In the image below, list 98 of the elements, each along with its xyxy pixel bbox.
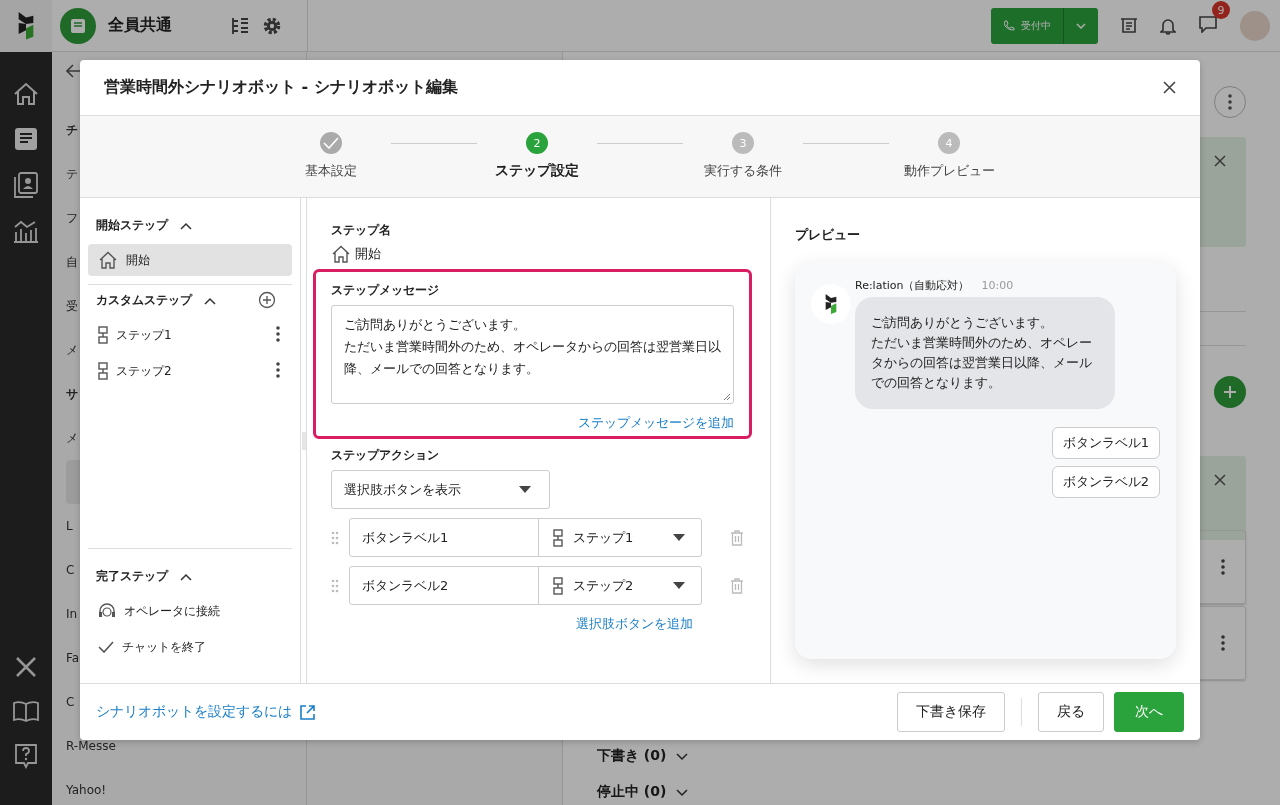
field-label: ステップメッセージ bbox=[331, 282, 440, 299]
inbox-icon bbox=[70, 17, 86, 34]
more-icon[interactable] bbox=[1228, 94, 1232, 110]
chevron-up-icon[interactable] bbox=[180, 572, 192, 581]
section-title: 下書き (0) bbox=[597, 747, 667, 765]
contacts-icon[interactable] bbox=[14, 172, 38, 198]
list-item[interactable]: L bbox=[66, 519, 73, 533]
list-item[interactable]: メ bbox=[66, 341, 78, 359]
notification-badge: 9 bbox=[1212, 1, 1230, 19]
step-label: 基本設定 bbox=[305, 162, 357, 180]
more-icon[interactable] bbox=[1221, 635, 1225, 651]
back-arrow-icon[interactable] bbox=[66, 64, 82, 78]
drag-handle-icon[interactable] bbox=[331, 578, 339, 593]
step-name: 開始 bbox=[355, 245, 381, 263]
list-item[interactable]: テ bbox=[66, 165, 78, 183]
list-item[interactable]: In bbox=[66, 607, 78, 621]
chat-icon[interactable] bbox=[1198, 15, 1218, 33]
list-item[interactable]: Fa bbox=[66, 651, 80, 665]
check-icon bbox=[323, 137, 339, 149]
section-title: 完了ステップ bbox=[96, 567, 168, 585]
board-icon[interactable] bbox=[1120, 16, 1138, 35]
close-icon[interactable] bbox=[1214, 155, 1226, 167]
step-item[interactable]: チャットを終了 bbox=[88, 631, 292, 663]
inbox-icon[interactable] bbox=[14, 127, 38, 151]
list-item[interactable]: フ bbox=[66, 209, 78, 227]
headset-icon bbox=[98, 602, 116, 620]
more-icon[interactable] bbox=[1221, 559, 1225, 575]
step-item[interactable]: ステップ1 bbox=[88, 319, 292, 351]
caret-icon bbox=[519, 486, 531, 493]
step-indicator: 4 bbox=[938, 132, 960, 154]
list-header: サ bbox=[66, 385, 78, 403]
section-title: 開始ステップ bbox=[96, 216, 168, 234]
sender-name: Re:lation（自動応対） bbox=[855, 278, 970, 293]
step-label: 動作プレビュー bbox=[903, 162, 995, 180]
settings-icon[interactable] bbox=[262, 15, 282, 36]
close-icon[interactable] bbox=[1214, 474, 1226, 486]
bell-icon[interactable] bbox=[1160, 16, 1176, 35]
list-item[interactable]: 受 bbox=[66, 297, 78, 315]
chevron-up-icon[interactable] bbox=[204, 296, 216, 305]
drag-handle-icon[interactable] bbox=[331, 530, 339, 545]
list-item[interactable]: C bbox=[66, 563, 75, 577]
external-link-icon[interactable] bbox=[300, 704, 315, 720]
step-indicator: 2 bbox=[526, 132, 548, 154]
add-button[interactable] bbox=[1214, 376, 1246, 408]
preview-title: プレビュー bbox=[795, 226, 861, 244]
message-field[interactable]: ご訪問ありがとうございます。 ただいま営業時間外のため、オペレータからの回答は翌営業日以降、メールでの回答となります。 bbox=[331, 305, 734, 404]
plus-icon bbox=[1223, 385, 1237, 399]
home-icon[interactable] bbox=[13, 82, 39, 106]
workspace-avatar[interactable] bbox=[60, 7, 96, 44]
field-label: ステップ名 bbox=[330, 222, 392, 239]
footer-button[interactable]: 戻る bbox=[1038, 692, 1104, 732]
field-label: ステップアクション bbox=[330, 447, 440, 464]
more-icon[interactable] bbox=[276, 361, 280, 378]
resize-handle[interactable] bbox=[301, 431, 306, 450]
list-item[interactable]: R-Messe bbox=[66, 739, 116, 753]
step-item[interactable]: オペレータに接続 bbox=[88, 595, 292, 627]
action-select[interactable]: 選択肢ボタンを表示 bbox=[331, 470, 550, 509]
add-message-link[interactable]: ステップメッセージを追加 bbox=[578, 414, 734, 432]
phone-icon bbox=[1003, 19, 1015, 32]
choice-button[interactable]: ボタンラベル2 bbox=[1051, 466, 1160, 498]
chevron-up-icon[interactable] bbox=[180, 221, 192, 230]
chart-icon[interactable] bbox=[13, 219, 39, 243]
step-label: ステップ設定 bbox=[495, 162, 579, 180]
help-link[interactable]: シナリオボットを設定するには bbox=[96, 703, 292, 721]
section-title: カスタムステップ bbox=[96, 291, 192, 309]
step-item[interactable]: ステップ2 bbox=[88, 355, 292, 387]
workspace-name: 全員共通 bbox=[108, 15, 173, 36]
step-label: 実行する条件 bbox=[704, 162, 782, 180]
tree-icon[interactable] bbox=[230, 15, 250, 36]
close-icon[interactable] bbox=[1163, 81, 1176, 94]
step-indicator: 3 bbox=[732, 132, 754, 154]
message-bubble: ご訪問ありがとうございます。 ただいま営業時間外のため、オペレータからの回答は翌営業日以降、メールでの回答となります。 bbox=[855, 297, 1115, 409]
chevron-down-icon bbox=[1076, 22, 1086, 29]
step-item[interactable]: 開始 bbox=[88, 244, 292, 276]
home-icon bbox=[331, 245, 351, 263]
list-item[interactable]: 自 bbox=[66, 253, 78, 271]
chevron-down-icon[interactable] bbox=[676, 789, 689, 797]
check-icon bbox=[98, 641, 114, 653]
book-icon[interactable] bbox=[13, 700, 39, 722]
add-choice-link[interactable]: 選択肢ボタンを追加 bbox=[576, 615, 693, 633]
choice-button[interactable]: ボタンラベル1 bbox=[1051, 427, 1160, 459]
home-icon bbox=[98, 251, 118, 269]
chevron-down-icon[interactable] bbox=[676, 753, 689, 761]
step-node-icon bbox=[98, 362, 108, 380]
resize-grip-icon[interactable] bbox=[723, 393, 731, 401]
footer-button[interactable]: 下書き保存 bbox=[897, 692, 1005, 732]
step-node-icon bbox=[98, 326, 108, 344]
section-title: 停止中 (0) bbox=[597, 783, 667, 801]
message-time: 10:00 bbox=[981, 279, 1014, 292]
list-item[interactable]: Yahoo! bbox=[66, 783, 107, 797]
bot-logo bbox=[823, 294, 839, 314]
add-step-icon[interactable] bbox=[258, 291, 276, 309]
list-header: チ bbox=[66, 121, 78, 139]
list-item[interactable]: メ bbox=[66, 429, 78, 447]
dialog-title: 営業時間外シナリオボット - シナリオボット編集 bbox=[104, 77, 458, 98]
help-icon[interactable] bbox=[14, 743, 38, 769]
more-icon[interactable] bbox=[276, 325, 280, 342]
list-item[interactable]: C bbox=[66, 695, 75, 709]
